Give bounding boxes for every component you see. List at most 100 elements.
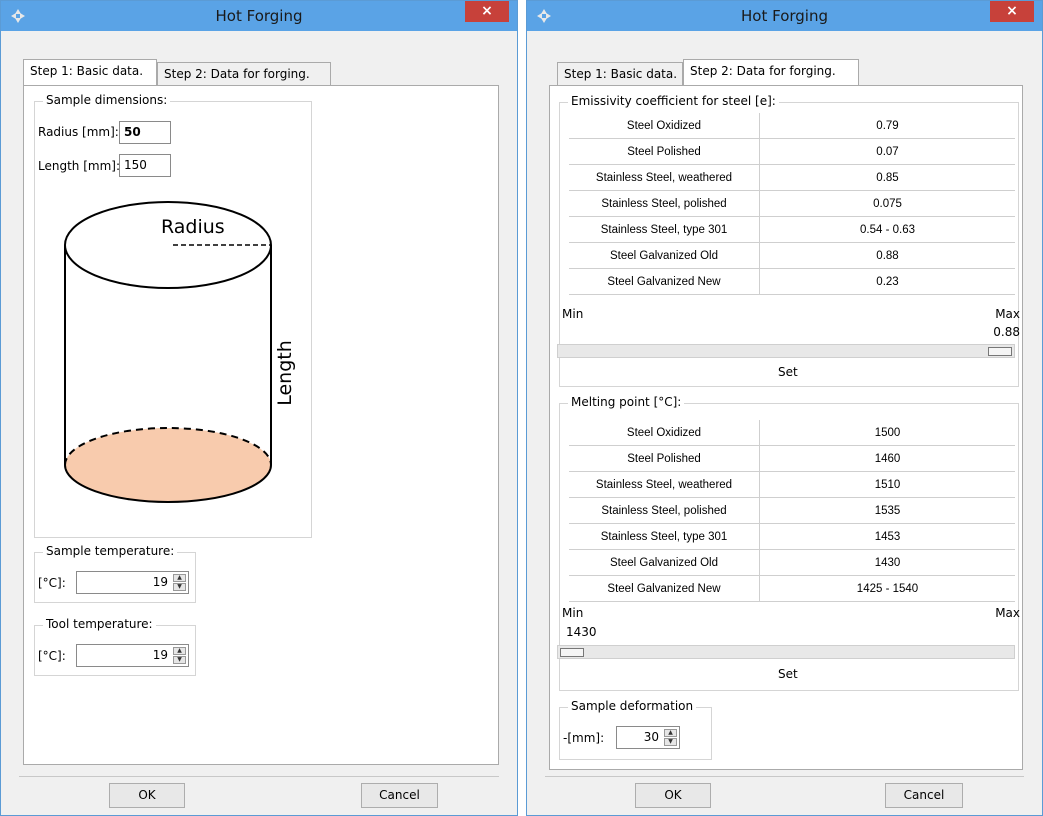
hot-forging-window-step1: Hot Forging × Step 1: Basic data. Step 2…	[0, 0, 518, 816]
tab-step1[interactable]: Step 1: Basic data.	[557, 62, 683, 85]
spin-down-icon[interactable]: ▼	[173, 583, 186, 591]
value-cell: 0.54 - 0.63	[759, 216, 1015, 243]
material-cell: Stainless Steel, polished	[569, 190, 760, 217]
footer-divider	[19, 776, 499, 777]
tool-temperature-value: 19	[152, 648, 168, 662]
table-row[interactable]: Steel Oxidized 1500	[569, 420, 1015, 446]
melting-slider[interactable]	[557, 645, 1015, 659]
radius-label: Radius [mm]:	[38, 125, 119, 139]
spin-down-icon[interactable]: ▼	[173, 656, 186, 664]
tool-temperature-group: Tool temperature: [°C]: 19 ▲ ▼	[34, 617, 196, 676]
ok-button[interactable]: OK	[109, 783, 185, 808]
sample-temperature-label: Sample temperature:	[43, 544, 178, 558]
tab-step1[interactable]: Step 1: Basic data.	[23, 59, 157, 85]
melting-max-label: Max	[995, 606, 1020, 620]
value-cell: 0.23	[759, 268, 1015, 295]
hot-forging-window-step2: Hot Forging × Step 1: Basic data. Step 2…	[526, 0, 1043, 816]
table-row[interactable]: Stainless Steel, type 301 1453	[569, 523, 1015, 550]
cancel-button[interactable]: Cancel	[885, 783, 963, 808]
cylinder-diagram: Radius Length	[64, 201, 296, 503]
spin-down-icon[interactable]: ▼	[664, 738, 677, 746]
spin-up-icon[interactable]: ▲	[664, 729, 677, 737]
sample-dimensions-label: Sample dimensions:	[43, 93, 171, 107]
title-bar[interactable]: Hot Forging ×	[1, 1, 517, 31]
value-cell: 1535	[759, 497, 1015, 524]
close-button[interactable]: ×	[990, 1, 1034, 22]
tab-step2[interactable]: Step 2: Data for forging.	[683, 59, 859, 85]
sample-dimensions-group: Sample dimensions: Radius [mm]: 50 Lengt…	[34, 93, 312, 538]
emissivity-max-label: Max	[995, 307, 1020, 321]
ok-button[interactable]: OK	[635, 783, 711, 808]
length-input[interactable]: 150	[119, 154, 171, 177]
length-label: Length [mm]:	[38, 159, 120, 173]
sample-temperature-unit: [°C]:	[38, 576, 66, 590]
window-title: Hot Forging	[741, 7, 828, 25]
value-cell: 1500	[759, 420, 1015, 446]
sample-temperature-value: 19	[152, 575, 168, 589]
emissivity-table: Steel Oxidized 0.79 Steel Polished 0.07 Stai…	[569, 113, 1015, 295]
tab-panel-step1: Sample dimensions: Radius [mm]: 50 Lengt…	[23, 85, 499, 765]
material-cell: Stainless Steel, type 301	[569, 523, 760, 550]
table-row[interactable]: Steel Oxidized 0.79	[569, 113, 1015, 139]
material-cell: Stainless Steel, type 301	[569, 216, 760, 243]
diagram-length-text: Length	[274, 340, 296, 406]
window-title: Hot Forging	[215, 7, 303, 25]
sample-deformation-label: Sample deformation	[568, 699, 697, 713]
table-row[interactable]: Steel Galvanized Old 0.88	[569, 242, 1015, 269]
title-bar[interactable]: Hot Forging ×	[527, 1, 1042, 31]
close-button[interactable]: ×	[465, 1, 509, 22]
table-row[interactable]: Steel Polished 1460	[569, 445, 1015, 472]
sample-deformation-spinner[interactable]: 30 ▲ ▼	[616, 726, 680, 749]
material-cell: Steel Oxidized	[569, 420, 760, 446]
emissivity-slider[interactable]	[557, 344, 1015, 358]
emissivity-set-button[interactable]: Set	[778, 365, 798, 379]
material-cell: Steel Galvanized New	[569, 575, 760, 602]
sample-deformation-unit: -[mm]:	[563, 731, 605, 745]
melting-point-group: Melting point [°C]: Steel Oxidized 1500 St…	[557, 395, 1020, 691]
melting-min-label: Min	[562, 606, 584, 620]
melting-point-table: Steel Oxidized 1500 Steel Polished 1460 Stai…	[569, 420, 1015, 602]
emissivity-label: Emissivity coefficient for steel [e]:	[568, 94, 779, 108]
table-row[interactable]: Steel Polished 0.07	[569, 138, 1015, 165]
slider-thumb[interactable]	[988, 347, 1012, 356]
material-cell: Steel Galvanized Old	[569, 242, 760, 269]
diagram-radius-text: Radius	[161, 216, 225, 238]
value-cell: 0.85	[759, 164, 1015, 191]
material-cell: Stainless Steel, weathered	[569, 164, 760, 191]
tab-panel-step2: Emissivity coefficient for steel [e]: St…	[549, 85, 1023, 770]
value-cell: 1460	[759, 445, 1015, 472]
cancel-button[interactable]: Cancel	[361, 783, 438, 808]
tool-temperature-label: Tool temperature:	[43, 617, 156, 631]
material-cell: Steel Galvanized New	[569, 268, 760, 295]
emissivity-group: Emissivity coefficient for steel [e]: St…	[557, 94, 1020, 387]
emissivity-value: 0.88	[993, 325, 1020, 339]
material-cell: Steel Galvanized Old	[569, 549, 760, 576]
value-cell: 1510	[759, 471, 1015, 498]
tab-step2[interactable]: Step 2: Data for forging.	[157, 62, 331, 85]
spin-up-icon[interactable]: ▲	[173, 647, 186, 655]
material-cell: Steel Polished	[569, 138, 760, 165]
material-cell: Stainless Steel, polished	[569, 497, 760, 524]
tool-temperature-unit: [°C]:	[38, 649, 66, 663]
footer-divider	[545, 776, 1024, 777]
slider-thumb[interactable]	[560, 648, 584, 657]
table-row[interactable]: Steel Galvanized New 0.23	[569, 268, 1015, 295]
sample-temperature-spinner[interactable]: 19 ▲ ▼	[76, 571, 189, 594]
value-cell: 1430	[759, 549, 1015, 576]
table-row[interactable]: Steel Galvanized Old 1430	[569, 549, 1015, 576]
table-row[interactable]: Stainless Steel, weathered 1510	[569, 471, 1015, 498]
value-cell: 0.07	[759, 138, 1015, 165]
table-row[interactable]: Stainless Steel, polished 1535	[569, 497, 1015, 524]
tool-temperature-spinner[interactable]: 19 ▲ ▼	[76, 644, 189, 667]
melting-set-button[interactable]: Set	[778, 667, 798, 681]
value-cell: 1425 - 1540	[759, 575, 1015, 602]
material-cell: Stainless Steel, weathered	[569, 471, 760, 498]
table-row[interactable]: Stainless Steel, polished 0.075	[569, 190, 1015, 217]
spin-up-icon[interactable]: ▲	[173, 574, 186, 582]
radius-input[interactable]: 50	[119, 121, 171, 144]
material-cell: Steel Polished	[569, 445, 760, 472]
table-row[interactable]: Stainless Steel, type 301 0.54 - 0.63	[569, 216, 1015, 243]
table-row[interactable]: Stainless Steel, weathered 0.85	[569, 164, 1015, 191]
material-cell: Steel Oxidized	[569, 113, 760, 139]
table-row[interactable]: Steel Galvanized New 1425 - 1540	[569, 575, 1015, 602]
